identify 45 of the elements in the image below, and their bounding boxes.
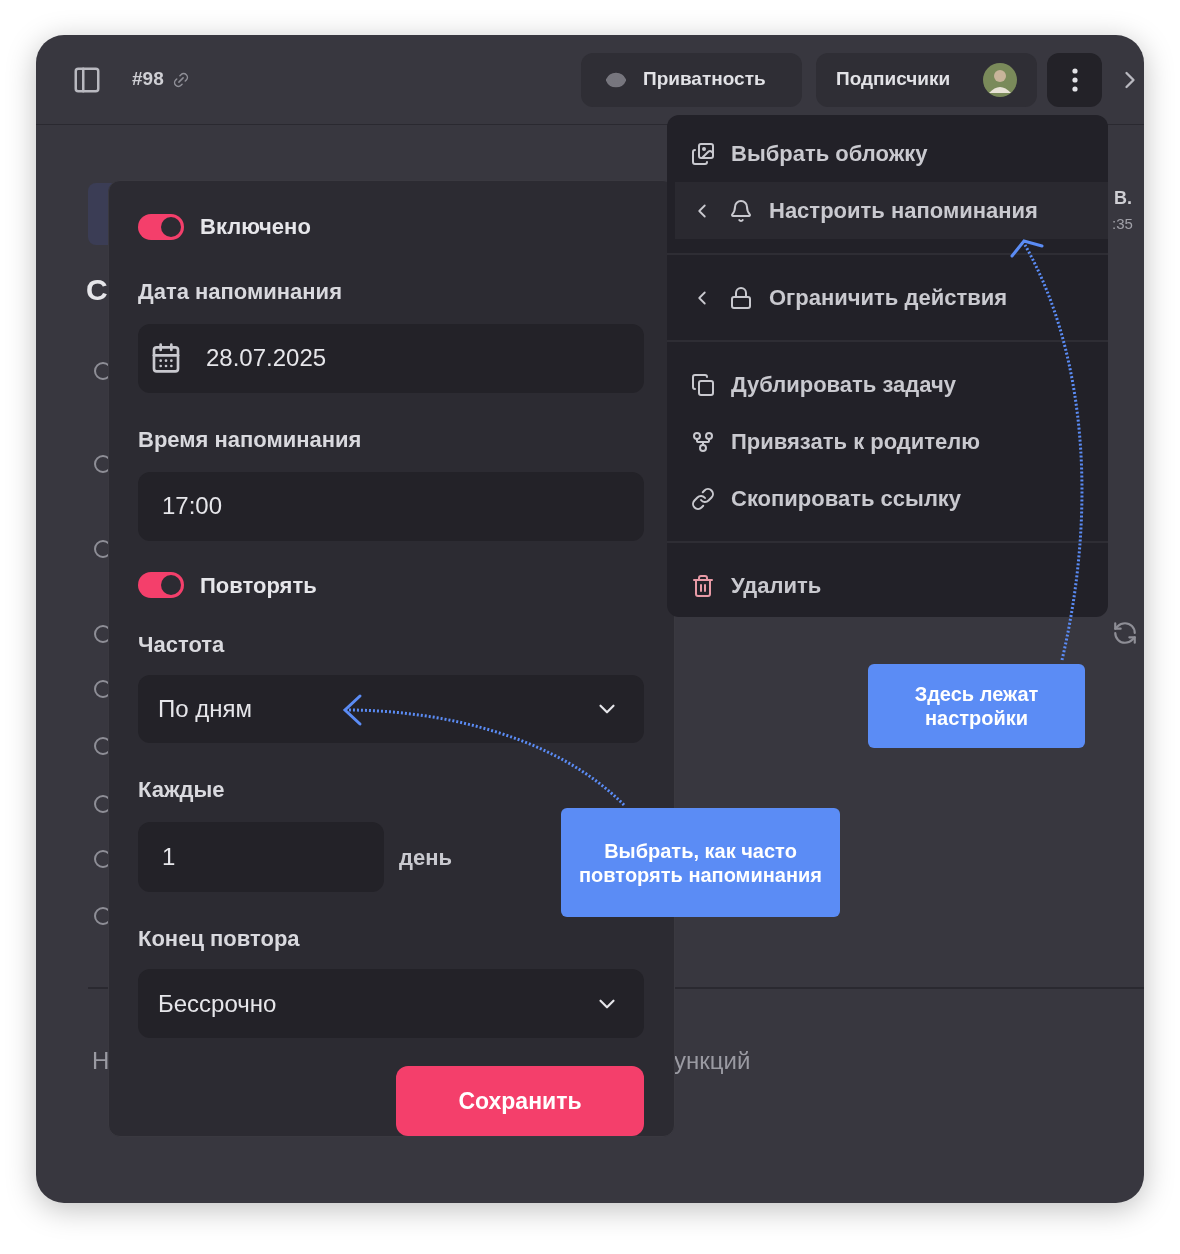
duplicate-icon <box>691 372 715 397</box>
menu-item[interactable]: Дублировать задачу <box>667 356 1108 413</box>
subscribers-button[interactable]: Подписчики <box>816 52 1037 107</box>
task-title: С <box>86 275 108 305</box>
menu-item[interactable]: Скопировать ссылку <box>667 470 1108 527</box>
callout: Здесь лежат настройки <box>868 664 1085 748</box>
repeat-icon <box>1112 620 1138 646</box>
bell-icon <box>729 198 753 223</box>
hierarchy-icon <box>691 429 715 454</box>
date-field[interactable]: 28.07.2025 <box>138 324 644 393</box>
field-label: Конец повтора <box>138 926 300 952</box>
footer-text: ункций <box>674 1046 751 1076</box>
menu-item[interactable]: Настроить напоминания <box>675 182 1108 239</box>
timestamp: :35 <box>1112 214 1133 234</box>
toggle-switch[interactable] <box>138 572 184 598</box>
image-stack-icon <box>691 141 715 166</box>
field-label: Каждые <box>138 777 225 803</box>
toggle-label: Повторять <box>200 571 317 600</box>
toggle-label: Включено <box>200 213 311 241</box>
menu-item[interactable]: Ограничить действия <box>667 269 1108 326</box>
time-field[interactable]: 17:00 <box>138 471 644 541</box>
interval-unit: день <box>399 843 452 872</box>
frequency-select[interactable]: По дням <box>138 674 644 744</box>
author-name: В. <box>1114 187 1132 210</box>
menu-item[interactable]: Привязать к родителю <box>667 413 1108 470</box>
menu-item[interactable]: Выбрать обложку <box>667 125 1108 182</box>
link-icon <box>691 486 715 511</box>
field-label: Дата напоминания <box>138 279 342 304</box>
menu-item[interactable]: Удалить <box>667 557 1108 614</box>
avatar <box>983 62 1017 97</box>
privacy-button[interactable]: Приватность <box>581 52 802 107</box>
more-button[interactable] <box>1047 52 1102 107</box>
callout: Выбрать, как часто повторять напоминания <box>561 808 840 917</box>
lock-icon <box>729 285 753 310</box>
interval-field[interactable]: 1 <box>138 822 384 893</box>
calendar-icon <box>150 342 182 375</box>
save-button[interactable]: Сохранить <box>396 1066 644 1136</box>
repeat-end-select[interactable]: Бессрочно <box>138 969 644 1038</box>
footer-text: Н <box>92 1046 110 1076</box>
trash-icon <box>691 573 715 598</box>
toggle-switch[interactable] <box>138 213 184 240</box>
field-label: Частота <box>138 631 225 657</box>
field-label: Время напоминания <box>138 426 362 452</box>
task-id: #98 <box>132 67 164 92</box>
more-icon <box>1071 67 1078 92</box>
